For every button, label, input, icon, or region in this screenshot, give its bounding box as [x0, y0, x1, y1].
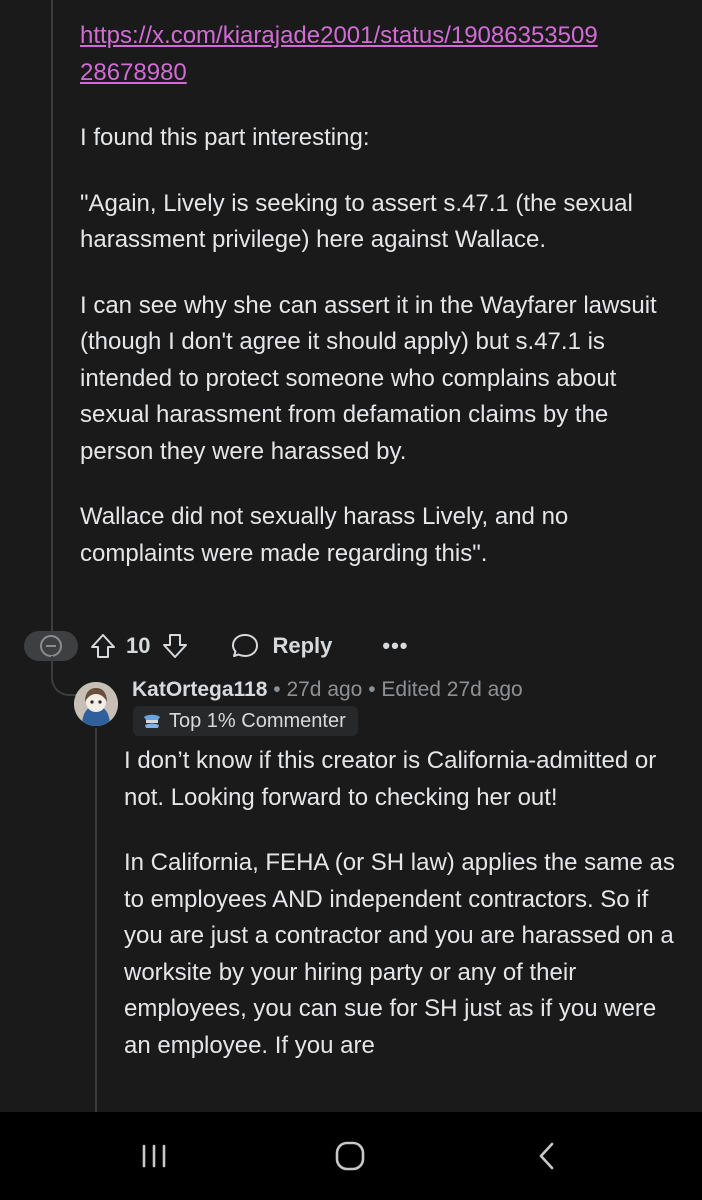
system-navigation-bar	[0, 1112, 702, 1200]
tweet-link-line1: https://x.com/kiarajade2001/status/19086…	[80, 22, 598, 49]
recents-icon[interactable]	[132, 1134, 176, 1178]
edited-label: Edited 27d ago	[381, 678, 523, 701]
reply-label: Reply	[272, 633, 333, 658]
comment-paragraph: "Again, Lively is seeking to assert s.47…	[80, 189, 633, 254]
reply-comment-body: I don’t know if this creator is Californ…	[124, 743, 676, 1093]
meta-separator: •	[273, 678, 281, 701]
back-icon[interactable]	[526, 1134, 570, 1178]
comment-paragraph: I can see why she can assert it in the W…	[80, 291, 657, 465]
timestamp: 27d ago	[286, 678, 363, 701]
tweet-link[interactable]: https://x.com/kiarajade2001/status/19086…	[80, 22, 598, 86]
comment-paragraph: I don’t know if this creator is Californ…	[124, 747, 657, 811]
collapse-minus-icon	[40, 635, 62, 657]
reply-button[interactable]: Reply	[230, 631, 332, 661]
tweet-link-line2: 28678980	[80, 58, 187, 86]
downvote-arrow-icon[interactable]	[160, 631, 190, 661]
home-icon[interactable]	[328, 1134, 372, 1178]
commenter-badge-icon	[141, 710, 163, 732]
comment-action-bar: 10 Reply •••	[24, 626, 684, 666]
meta-separator: •	[368, 678, 376, 701]
username[interactable]: KatOrtega118	[132, 678, 267, 701]
comment-paragraph: In California, FEHA (or SH law) applies …	[124, 849, 675, 1059]
reply-connector-line	[51, 656, 79, 696]
avatar[interactable]	[74, 682, 118, 726]
flair-text: Top 1% Commenter	[169, 709, 346, 732]
upvote-arrow-icon[interactable]	[88, 631, 118, 661]
comment-thread: https://x.com/kiarajade2001/status/19086…	[0, 0, 702, 1112]
comment-paragraph: I found this part interesting:	[80, 124, 370, 151]
reply-meta: KatOrtega118 • 27d ago • Edited 27d ago	[132, 678, 523, 702]
thread-line[interactable]	[51, 0, 53, 636]
parent-comment-body: https://x.com/kiarajade2001/status/19086…	[80, 18, 680, 601]
speech-bubble-icon	[230, 631, 260, 661]
user-flair: Top 1% Commenter	[133, 706, 358, 736]
link-paragraph: https://x.com/kiarajade2001/status/19086…	[80, 18, 680, 91]
reply-thread-line[interactable]	[95, 728, 97, 1112]
comment-paragraph: Wallace did not sexually harass Lively, …	[80, 503, 569, 567]
vote-count: 10	[126, 633, 151, 658]
more-options-button[interactable]: •••	[382, 633, 408, 659]
